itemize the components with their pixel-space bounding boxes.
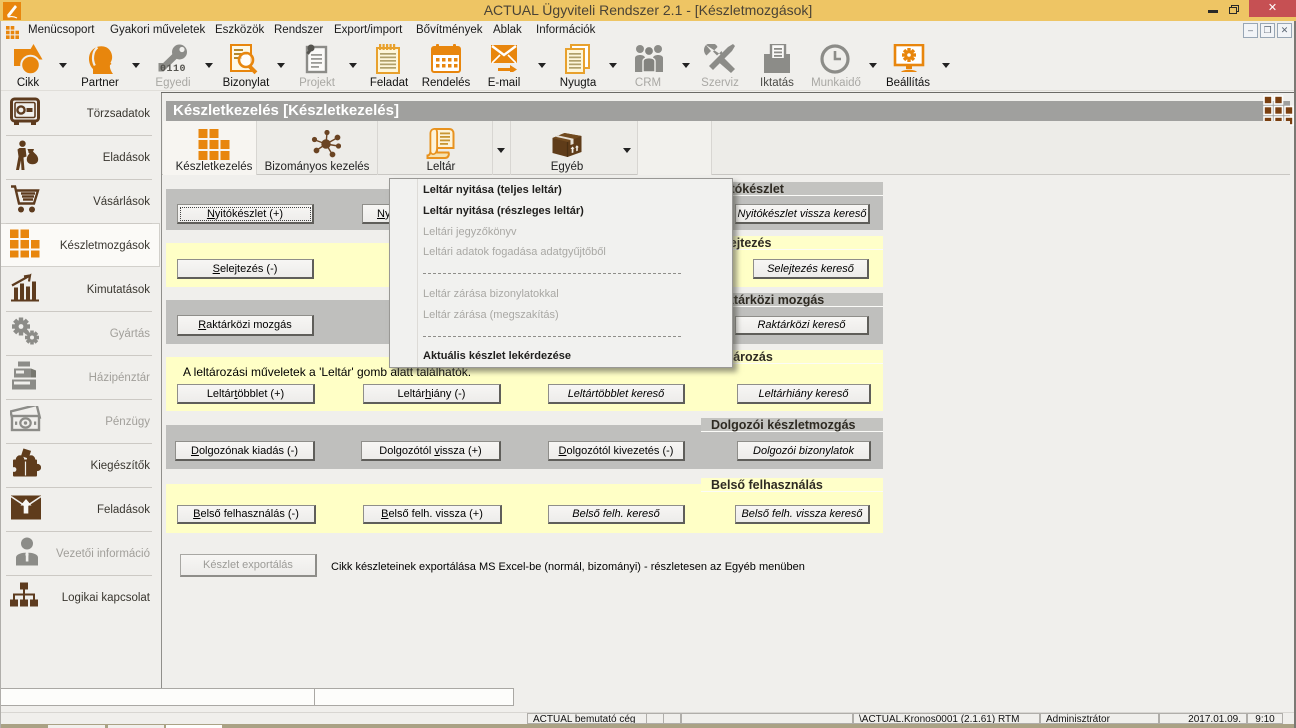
svg-text:0110: 0110 [160,64,186,73]
